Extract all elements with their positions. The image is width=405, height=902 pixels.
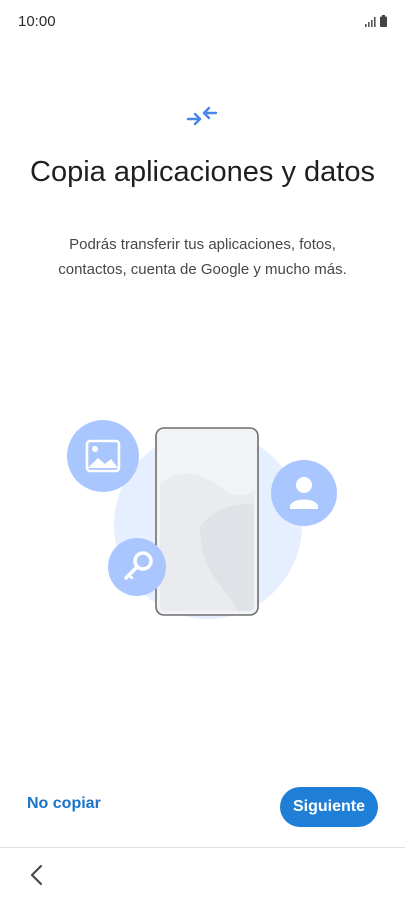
navigation-bar [0, 848, 405, 902]
status-time: 10:00 [18, 13, 56, 30]
status-icons [365, 15, 387, 27]
page-title: Copia aplicaciones y datos [30, 156, 375, 188]
skip-button[interactable]: No copiar [27, 795, 101, 813]
chevron-left-icon[interactable] [24, 862, 50, 888]
transfer-arrows-icon [186, 106, 218, 126]
status-bar: 10:00 [0, 0, 405, 46]
page-subtitle: Podrás transferir tus aplicaciones, foto… [58, 236, 347, 278]
bottom-actions: No copiar Siguiente [0, 783, 405, 833]
screen: 10:00 Copia aplicaciones y datos Podrás … [0, 0, 405, 902]
contact-icon [271, 460, 337, 526]
phone [155, 427, 259, 616]
battery-icon [380, 15, 387, 27]
transfer-illustration [67, 420, 337, 619]
image-icon [67, 420, 139, 492]
key-icon [108, 538, 166, 596]
next-button[interactable]: Siguiente [280, 787, 378, 827]
signal-icon [365, 17, 376, 27]
